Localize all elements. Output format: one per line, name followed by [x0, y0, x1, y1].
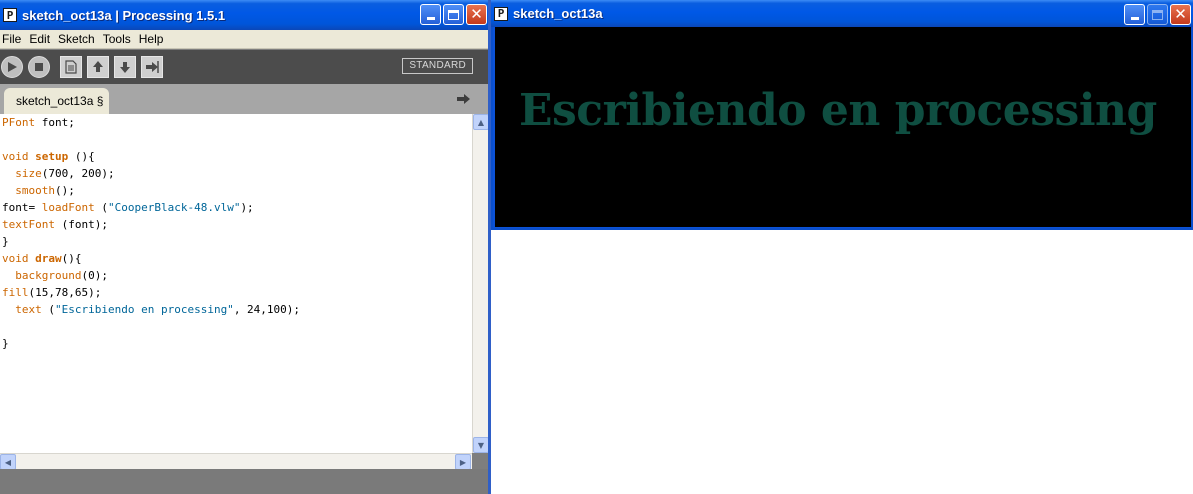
new-button[interactable]: [60, 56, 82, 78]
maximize-icon: [448, 9, 459, 20]
stop-icon: [35, 63, 43, 71]
sketch-minimize-button[interactable]: [1124, 4, 1145, 25]
scroll-left-arrow-icon[interactable]: ◀: [0, 454, 16, 470]
open-button[interactable]: [87, 56, 109, 78]
close-icon: ✕: [470, 5, 483, 23]
code-line[interactable]: textFont (font);: [0, 216, 472, 233]
sketch-close-button[interactable]: ✕: [1170, 4, 1191, 25]
minimize-icon: [426, 17, 435, 20]
editor-window: P sketch_oct13a | Processing 1.5.1 ✕ Fil…: [0, 0, 489, 494]
code-line[interactable]: background(0);: [0, 267, 472, 284]
code-line[interactable]: smooth();: [0, 182, 472, 199]
sketch-window-title: sketch_oct13a: [513, 6, 603, 21]
menu-tools[interactable]: Tools: [101, 32, 137, 46]
code-editor[interactable]: PFont font; void setup (){ size(700, 200…: [0, 114, 472, 453]
code-line[interactable]: size(700, 200);: [0, 165, 472, 182]
toolbar: STANDARD: [0, 50, 489, 84]
code-line[interactable]: }: [0, 233, 472, 250]
new-icon: [65, 60, 77, 74]
scroll-down-arrow-icon[interactable]: ▼: [473, 437, 489, 453]
export-icon: [146, 61, 159, 73]
vertical-scrollbar[interactable]: ▲ ▼: [472, 114, 489, 453]
tab-bar: sketch_oct13a §: [0, 84, 489, 114]
tab-sketch[interactable]: sketch_oct13a §: [4, 88, 110, 114]
code-line[interactable]: text ("Escribiendo en processing", 24,10…: [0, 301, 472, 318]
close-icon: ✕: [1174, 5, 1187, 23]
open-icon: [93, 61, 103, 72]
menu-help[interactable]: Help: [137, 32, 170, 46]
horizontal-scrollbar[interactable]: ◀ ▶: [0, 453, 472, 470]
mode-selector[interactable]: STANDARD: [402, 58, 473, 74]
code-line[interactable]: PFont font;: [0, 114, 472, 131]
save-icon: [120, 62, 130, 73]
maximize-icon: [1152, 9, 1163, 20]
code-line[interactable]: font= loadFont ("CooperBlack-48.vlw");: [0, 199, 472, 216]
processing-app-icon: P: [3, 8, 17, 22]
sketch-window-controls: ✕: [1124, 4, 1191, 25]
menu-file[interactable]: File: [0, 32, 27, 46]
canvas-text: Escribiendo en processing: [519, 85, 1157, 136]
minimize-button[interactable]: [420, 4, 441, 25]
menu-sketch[interactable]: Sketch: [56, 32, 101, 46]
sketch-titlebar[interactable]: P sketch_oct13a ✕: [491, 0, 1193, 27]
sketch-app-icon: P: [494, 6, 508, 21]
stop-button[interactable]: [28, 56, 50, 78]
editor-window-controls: ✕: [420, 4, 487, 25]
scroll-up-arrow-icon[interactable]: ▲: [473, 114, 489, 130]
scroll-right-arrow-icon[interactable]: ▶: [455, 454, 471, 470]
save-button[interactable]: [114, 56, 136, 78]
export-button[interactable]: [141, 56, 163, 78]
sketch-maximize-button: [1147, 4, 1168, 25]
menu-bar: File Edit Sketch Tools Help: [0, 30, 489, 49]
message-area: [0, 469, 489, 494]
sketch-canvas[interactable]: Escribiendo en processing: [495, 27, 1191, 227]
code-line[interactable]: }: [0, 335, 472, 352]
editor-window-title: sketch_oct13a | Processing 1.5.1: [22, 7, 226, 23]
sketch-window: P sketch_oct13a ✕ Escribiendo en process…: [491, 0, 1193, 230]
run-icon: [8, 62, 17, 72]
menu-edit[interactable]: Edit: [27, 32, 56, 46]
close-button[interactable]: ✕: [466, 4, 487, 25]
editor-titlebar[interactable]: P sketch_oct13a | Processing 1.5.1 ✕: [0, 0, 489, 30]
code-line[interactable]: [0, 318, 472, 335]
maximize-button[interactable]: [443, 4, 464, 25]
tab-menu-arrow-icon[interactable]: [455, 92, 471, 106]
minimize-icon: [1130, 17, 1139, 20]
code-line[interactable]: fill(15,78,65);: [0, 284, 472, 301]
run-button[interactable]: [1, 56, 23, 78]
code-line[interactable]: void setup (){: [0, 148, 472, 165]
code-line[interactable]: [0, 131, 472, 148]
code-line[interactable]: void draw(){: [0, 250, 472, 267]
